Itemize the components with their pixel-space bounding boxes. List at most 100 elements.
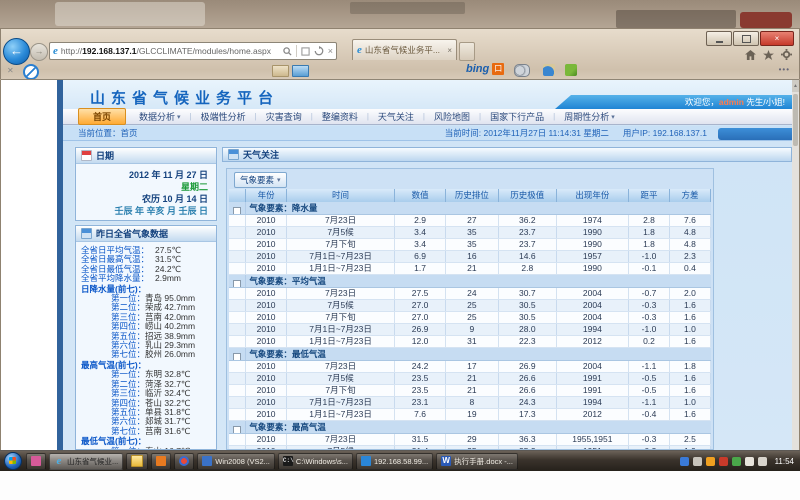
column-header[interactable]: 方差 [670,189,711,202]
compatibility-icon[interactable] [301,47,310,56]
browser-tab[interactable]: e 山东省气候业务平... × [352,39,457,60]
wallet-icon[interactable] [514,64,530,77]
home-icon[interactable] [745,50,756,60]
bing-box-icon[interactable]: 口 [492,63,504,75]
table-row: 20101月1日~7月23日12.03122.320120.21.6 [229,336,711,348]
nav-item-3[interactable]: 灾害查询 [257,110,311,123]
tools-gear-icon[interactable] [781,49,792,60]
new-tab-button[interactable] [459,42,475,61]
favorites-star-icon[interactable] [763,50,774,60]
cell: 36.2 [499,215,557,226]
taskbar-button-label: 192.168.58.99... [374,457,428,466]
scrollbar-thumb[interactable] [793,94,798,146]
cell: 29 [446,434,499,445]
messenger-icon[interactable] [680,457,689,466]
taskbar-button-vm[interactable]: Win2008 (VS2... [197,453,275,470]
vertical-scrollbar[interactable]: ▲ [792,80,799,450]
back-button[interactable]: ← [3,38,30,65]
cell: 1.7 [395,263,446,274]
forward-button[interactable]: → [30,43,48,61]
address-bar[interactable]: e http://192.168.137.1/GLCCLIMATE/module… [49,42,337,60]
row-lead-cell [229,385,246,396]
nav-item-5[interactable]: 天气关注 [369,110,423,123]
table-row: 20107月23日31.52936.31955,1951-0.32.5 [229,434,711,446]
taskbar-button-word[interactable]: W执行手册.docx -... [436,453,518,470]
taskbar-button-label: 执行手册.docx -... [454,456,513,467]
nav-item-6[interactable]: 风险地图 [425,110,479,123]
taskbar-button-label: C:\Windows\s... [296,457,348,466]
group-row[interactable]: 气象要素：最高气温 [229,421,711,434]
group-checkbox[interactable] [229,275,246,287]
bing-logo[interactable]: bing [466,63,489,75]
table-icon [81,228,92,239]
taskbar-button-icon-app-orange[interactable] [151,453,171,470]
cell: 4.8 [670,227,711,238]
column-header[interactable]: 出现年份 [557,189,629,202]
group-checkbox[interactable] [229,202,246,214]
element-dropdown-button[interactable]: 气象要素 ▾ [234,172,287,188]
cell: 2010 [246,263,286,274]
scroll-up-arrow[interactable]: ▲ [792,80,799,92]
stop-icon[interactable]: × [328,46,333,56]
pink-icon [31,456,41,466]
search-icon[interactable] [283,47,292,56]
people-icon[interactable] [543,64,555,76]
network-icon[interactable] [745,457,754,466]
qq-icon[interactable] [706,457,715,466]
taskbar-clock[interactable]: 11:54 [775,457,794,466]
nav-item-2[interactable]: 极端性分析 [192,110,255,123]
weather-panel-header: 昨日全省气象数据 [76,226,216,242]
start-button[interactable] [4,452,22,470]
blocked-icon[interactable] [23,64,39,80]
column-header[interactable]: 时间 [287,189,395,202]
cell: -0.7 [629,288,670,299]
refresh-icon[interactable] [314,46,324,56]
send-icon[interactable] [292,65,309,77]
column-header[interactable]: 距平 [629,189,670,202]
group-row[interactable]: 气象要素：最低气温 [229,348,711,361]
cell: 22.3 [499,336,557,347]
group-checkbox[interactable] [229,348,246,360]
cell: 2010 [246,385,286,396]
taskbar-button-icon-pink[interactable] [26,453,46,470]
column-header[interactable]: 数值 [395,189,446,202]
taskbar-button-ie[interactable]: e山东省气候业... [49,453,123,470]
welcome-ribbon: 欢迎您，admin 先生/小姐! [555,95,793,109]
table-row: 20107月5候27.02530.52004-0.31.6 [229,300,711,312]
row-lead-cell [229,361,246,372]
minimize-button[interactable] [706,31,732,46]
mail-icon[interactable] [272,65,289,77]
group-checkbox[interactable] [229,421,246,433]
taskbar-button-icon-folder[interactable] [126,453,148,470]
cell: 2012 [557,409,629,420]
cell: 1.6 [670,312,711,323]
volume-icon[interactable] [758,457,767,466]
launcher-up-icon[interactable] [693,457,702,466]
overflow-icon[interactable]: ••• [779,65,790,74]
nav-item-1[interactable]: 数据分析▾ [130,110,190,123]
sync-icon[interactable] [732,457,741,466]
maximize-button[interactable] [733,31,759,46]
cell: 1.6 [670,373,711,384]
cell: 1.0 [670,324,711,335]
tab-close-icon[interactable]: × [447,46,452,55]
close-bar-icon[interactable]: ✕ [7,66,14,75]
column-header[interactable]: 历史排位 [446,189,499,202]
cell: 3.4 [395,227,446,238]
nav-item-7[interactable]: 国家下行产品 [481,110,553,123]
cell: 27.5 [395,288,446,299]
column-header[interactable]: 年份 [246,189,286,202]
flag-icon[interactable] [719,457,728,466]
column-header[interactable]: 历史极值 [499,189,557,202]
taskbar-button-rdp[interactable]: 192.168.58.99... [356,453,433,470]
cell: 7月1日~7月23日 [287,397,395,408]
group-row[interactable]: 气象要素：平均气温 [229,275,711,288]
group-row[interactable]: 气象要素：降水量 [229,202,711,215]
puzzle-icon[interactable] [565,64,577,76]
taskbar-button-cmd[interactable]: C:\C:\Windows\s... [278,453,353,470]
nav-item-0[interactable]: 首页 [78,108,126,125]
nav-item-4[interactable]: 整编资料 [313,110,367,123]
taskbar-button-icon-app-media[interactable] [174,453,194,470]
nav-item-8[interactable]: 周期性分析▾ [555,110,624,123]
close-button[interactable]: × [760,31,794,46]
